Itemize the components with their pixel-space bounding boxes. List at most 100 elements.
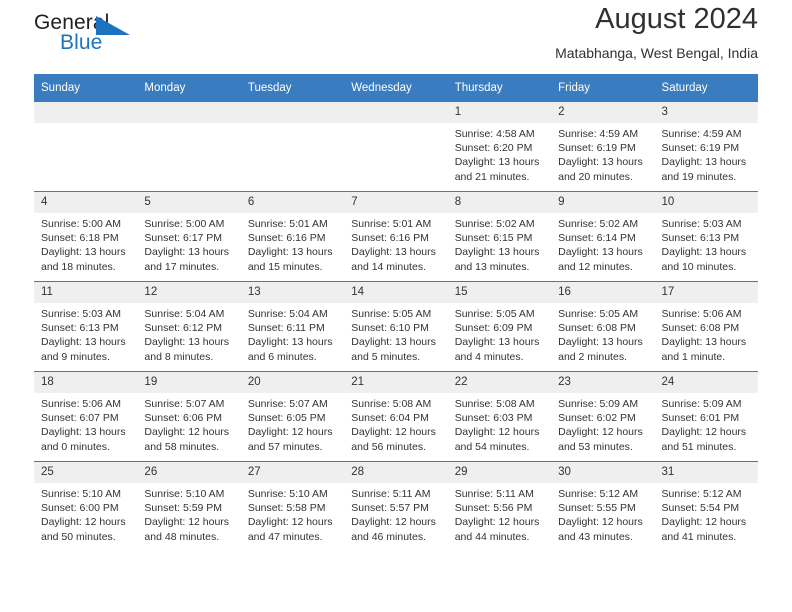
calendar-day-cell[interactable]: 16 Sunrise: 5:05 AM Sunset: 6:08 PM Dayligh… bbox=[551, 281, 655, 372]
calendar-day-cell[interactable]: 14 Sunrise: 5:05 AM Sunset: 6:10 PM Dayligh… bbox=[344, 281, 448, 372]
sunrise-text: Sunrise: 5:01 AM bbox=[247, 218, 328, 230]
day-number: 3 bbox=[654, 102, 758, 123]
calendar-day-cell[interactable]: 5 Sunrise: 5:00 AM Sunset: 6:17 PM Daylight… bbox=[137, 191, 241, 282]
calendar-day-cell[interactable]: 4 Sunrise: 5:00 AM Sunset: 6:18 PM Daylight… bbox=[34, 191, 138, 282]
calendar-day-cell[interactable]: 26 Sunrise: 5:10 AM Sunset: 5:59 PM Dayligh… bbox=[137, 461, 241, 551]
day-details: Sunrise: 5:06 AM Sunset: 6:08 PM Daylight:… bbox=[655, 303, 758, 364]
day-number: 2 bbox=[551, 102, 655, 123]
title-block: August 2024 Matabhanga, West Bengal, Ind… bbox=[555, 0, 758, 61]
daylight-text: Daylight: 13 hours and 15 minutes. bbox=[247, 246, 333, 273]
calendar-day-cell[interactable]: 28 Sunrise: 5:11 AM Sunset: 5:57 PM Dayligh… bbox=[344, 461, 448, 551]
calendar-day-cell-empty bbox=[137, 102, 241, 192]
sunrise-text: Sunrise: 5:06 AM bbox=[661, 308, 742, 320]
sunrise-text: Sunrise: 5:04 AM bbox=[144, 308, 225, 320]
daylight-text: Daylight: 12 hours and 51 minutes. bbox=[661, 426, 747, 453]
calendar-day-cell[interactable]: 19 Sunrise: 5:07 AM Sunset: 6:06 PM Dayligh… bbox=[137, 371, 241, 462]
sunrise-text: Sunrise: 5:12 AM bbox=[558, 488, 639, 500]
sunset-text: Sunset: 6:06 PM bbox=[144, 412, 223, 425]
sunrise-text: Sunrise: 5:09 AM bbox=[661, 398, 742, 410]
calendar-day-cell[interactable]: 31 Sunrise: 5:12 AM Sunset: 5:54 PM Dayligh… bbox=[654, 461, 758, 551]
sunrise-text: Sunrise: 5:07 AM bbox=[247, 398, 328, 410]
day-box: 30 Sunrise: 5:12 AM Sunset: 5:55 PM Dayligh… bbox=[551, 462, 655, 551]
day-number: 22 bbox=[447, 372, 552, 393]
day-box bbox=[137, 102, 241, 191]
sunrise-text: Sunrise: 5:01 AM bbox=[351, 218, 432, 230]
sunrise-text: Sunrise: 5:03 AM bbox=[41, 308, 121, 320]
sunset-text: Sunset: 6:08 PM bbox=[661, 322, 740, 335]
calendar-week-row: 4 Sunrise: 5:00 AM Sunset: 6:18 PM Daylight… bbox=[34, 191, 758, 282]
day-box: 21 Sunrise: 5:08 AM Sunset: 6:04 PM Dayligh… bbox=[344, 372, 448, 461]
weekday-header-sunday: Sunday bbox=[34, 74, 138, 102]
day-details: Sunrise: 5:11 AM Sunset: 5:57 PM Daylight:… bbox=[344, 483, 447, 544]
daylight-text: Daylight: 13 hours and 4 minutes. bbox=[454, 336, 540, 363]
sunrise-text: Sunrise: 5:12 AM bbox=[661, 488, 742, 500]
calendar-day-cell[interactable]: 22 Sunrise: 5:08 AM Sunset: 6:03 PM Dayligh… bbox=[447, 371, 552, 462]
sunset-text: Sunset: 6:16 PM bbox=[351, 232, 429, 245]
day-number: 1 bbox=[447, 102, 552, 123]
calendar-day-cell[interactable]: 8 Sunrise: 5:02 AM Sunset: 6:15 PM Daylight… bbox=[447, 191, 552, 282]
daylight-text: Daylight: 12 hours and 56 minutes. bbox=[351, 426, 436, 453]
calendar-day-cell-empty bbox=[34, 102, 138, 192]
calendar-day-cell[interactable]: 1 Sunrise: 4:58 AM Sunset: 6:20 PM Daylight… bbox=[447, 102, 552, 192]
calendar-week-row: 25 Sunrise: 5:10 AM Sunset: 6:00 PM Dayligh… bbox=[34, 461, 758, 551]
daylight-text: Daylight: 13 hours and 21 minutes. bbox=[454, 156, 540, 183]
day-number: 31 bbox=[654, 462, 758, 483]
day-box: 8 Sunrise: 5:02 AM Sunset: 6:15 PM Daylight… bbox=[447, 192, 552, 281]
calendar-day-cell[interactable]: 23 Sunrise: 5:09 AM Sunset: 6:02 PM Dayligh… bbox=[551, 371, 655, 462]
calendar-day-cell[interactable]: 30 Sunrise: 5:12 AM Sunset: 5:55 PM Dayligh… bbox=[551, 461, 655, 551]
sunset-text: Sunset: 5:59 PM bbox=[144, 502, 223, 515]
day-number: 23 bbox=[551, 372, 655, 393]
sunset-text: Sunset: 6:07 PM bbox=[41, 412, 119, 425]
day-box: 4 Sunrise: 5:00 AM Sunset: 6:18 PM Daylight… bbox=[34, 192, 138, 281]
weekday-header-thursday: Thursday bbox=[447, 74, 552, 102]
day-number bbox=[137, 102, 241, 123]
daylight-text: Daylight: 13 hours and 17 minutes. bbox=[144, 246, 230, 273]
calendar-day-cell[interactable]: 27 Sunrise: 5:10 AM Sunset: 5:58 PM Dayligh… bbox=[240, 461, 345, 551]
day-box: 19 Sunrise: 5:07 AM Sunset: 6:06 PM Dayligh… bbox=[137, 372, 241, 461]
calendar-day-cell[interactable]: 6 Sunrise: 5:01 AM Sunset: 6:16 PM Daylight… bbox=[240, 191, 345, 282]
daylight-text: Daylight: 12 hours and 48 minutes. bbox=[144, 516, 230, 543]
calendar-day-cell[interactable]: 18 Sunrise: 5:06 AM Sunset: 6:07 PM Dayligh… bbox=[34, 371, 138, 462]
calendar-day-cell[interactable]: 25 Sunrise: 5:10 AM Sunset: 6:00 PM Dayligh… bbox=[34, 461, 138, 551]
calendar-day-cell[interactable]: 20 Sunrise: 5:07 AM Sunset: 6:05 PM Dayligh… bbox=[240, 371, 345, 462]
sunrise-text: Sunrise: 5:09 AM bbox=[558, 398, 639, 410]
sunset-text: Sunset: 6:20 PM bbox=[454, 142, 533, 155]
calendar-day-cell[interactable]: 3 Sunrise: 4:59 AM Sunset: 6:19 PM Daylight… bbox=[654, 102, 758, 192]
day-box: 17 Sunrise: 5:06 AM Sunset: 6:08 PM Dayligh… bbox=[654, 282, 758, 371]
calendar-day-cell[interactable]: 9 Sunrise: 5:02 AM Sunset: 6:14 PM Daylight… bbox=[551, 191, 655, 282]
daylight-text: Daylight: 13 hours and 9 minutes. bbox=[41, 336, 126, 363]
calendar-day-cell[interactable]: 12 Sunrise: 5:04 AM Sunset: 6:12 PM Dayligh… bbox=[137, 281, 241, 372]
sunset-text: Sunset: 6:00 PM bbox=[41, 502, 119, 515]
calendar-day-cell[interactable]: 2 Sunrise: 4:59 AM Sunset: 6:19 PM Daylight… bbox=[551, 102, 655, 192]
generalblue-logo[interactable]: General Blue bbox=[34, 8, 154, 64]
calendar-day-cell[interactable]: 13 Sunrise: 5:04 AM Sunset: 6:11 PM Dayligh… bbox=[240, 281, 345, 372]
weekday-header-wednesday: Wednesday bbox=[344, 74, 448, 102]
calendar-day-cell[interactable]: 15 Sunrise: 5:05 AM Sunset: 6:09 PM Dayligh… bbox=[447, 281, 552, 372]
sunset-text: Sunset: 6:19 PM bbox=[661, 142, 740, 155]
page-title: August 2024 bbox=[595, 3, 758, 35]
daylight-text: Daylight: 13 hours and 5 minutes. bbox=[351, 336, 436, 363]
calendar-day-cell[interactable]: 10 Sunrise: 5:03 AM Sunset: 6:13 PM Dayligh… bbox=[654, 191, 758, 282]
calendar-day-cell[interactable]: 7 Sunrise: 5:01 AM Sunset: 6:16 PM Daylight… bbox=[344, 191, 448, 282]
day-details: Sunrise: 5:09 AM Sunset: 6:01 PM Daylight:… bbox=[655, 393, 758, 454]
day-box: 23 Sunrise: 5:09 AM Sunset: 6:02 PM Dayligh… bbox=[551, 372, 655, 461]
day-details: Sunrise: 5:10 AM Sunset: 5:59 PM Daylight:… bbox=[137, 483, 240, 544]
day-number bbox=[34, 102, 138, 123]
calendar-day-cell-empty bbox=[240, 102, 345, 192]
sunrise-text: Sunrise: 4:59 AM bbox=[558, 128, 639, 140]
day-number: 24 bbox=[654, 372, 758, 393]
daylight-text: Daylight: 13 hours and 10 minutes. bbox=[661, 246, 747, 273]
calendar-day-cell[interactable]: 11 Sunrise: 5:03 AM Sunset: 6:13 PM Dayligh… bbox=[34, 281, 138, 372]
day-number: 26 bbox=[137, 462, 241, 483]
day-box: 14 Sunrise: 5:05 AM Sunset: 6:10 PM Dayligh… bbox=[344, 282, 448, 371]
daylight-text: Daylight: 12 hours and 41 minutes. bbox=[661, 516, 747, 543]
weekday-header-tuesday: Tuesday bbox=[240, 74, 345, 102]
calendar-day-cell[interactable]: 21 Sunrise: 5:08 AM Sunset: 6:04 PM Dayligh… bbox=[344, 371, 448, 462]
calendar-day-cell[interactable]: 24 Sunrise: 5:09 AM Sunset: 6:01 PM Dayligh… bbox=[654, 371, 758, 462]
day-details: Sunrise: 5:11 AM Sunset: 5:56 PM Daylight:… bbox=[448, 483, 551, 544]
day-number: 16 bbox=[551, 282, 655, 303]
calendar-day-cell[interactable]: 29 Sunrise: 5:11 AM Sunset: 5:56 PM Dayligh… bbox=[447, 461, 552, 551]
calendar-day-cell[interactable]: 17 Sunrise: 5:06 AM Sunset: 6:08 PM Dayligh… bbox=[654, 281, 758, 372]
day-number: 28 bbox=[344, 462, 448, 483]
day-box: 7 Sunrise: 5:01 AM Sunset: 6:16 PM Daylight… bbox=[344, 192, 448, 281]
